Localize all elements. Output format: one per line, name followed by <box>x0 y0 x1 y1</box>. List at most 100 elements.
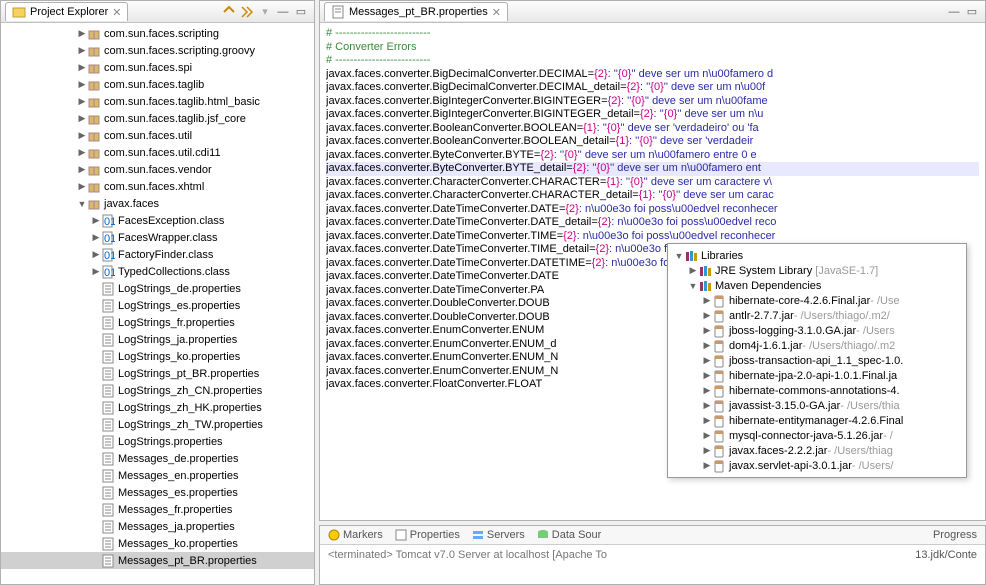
jre-node[interactable]: ▶JRE System Library [JavaSE-1.7] <box>674 263 960 278</box>
minimize-icon[interactable]: — <box>946 4 962 20</box>
jar-item[interactable]: ▶jboss-logging-3.1.0.GA.jar - /Users <box>674 323 960 338</box>
class-item[interactable]: ▶01FactoryFinder.class <box>1 246 314 263</box>
jre-suffix: [JavaSE-1.7] <box>815 265 878 277</box>
properties-file-item[interactable]: LogStrings_zh_HK.properties <box>1 399 314 416</box>
properties-file-item[interactable]: Messages_ko.properties <box>1 535 314 552</box>
properties-file-item-icon <box>101 384 115 398</box>
close-icon[interactable]: ✕ <box>112 6 121 19</box>
tab-label: Project Explorer <box>30 6 108 18</box>
package-item[interactable]: ▶ com.sun.faces.scripting <box>1 25 314 42</box>
jar-item[interactable]: ▶hibernate-core-4.2.6.Final.jar - /Use <box>674 293 960 308</box>
expand-arrow-icon[interactable]: ▶ <box>91 232 101 243</box>
package-item[interactable]: ▶com.sun.faces.taglib.jsf_core <box>1 110 314 127</box>
expand-arrow-icon[interactable]: ▶ <box>91 215 101 226</box>
expand-arrow-icon[interactable]: ▶ <box>77 113 87 124</box>
expand-arrow-icon[interactable]: ▶ <box>77 130 87 141</box>
expand-arrow-icon[interactable]: ▶ <box>77 28 87 39</box>
expand-arrow-icon[interactable]: ▶ <box>91 266 101 277</box>
jar-item[interactable]: ▶hibernate-entitymanager-4.2.6.Final <box>674 413 960 428</box>
tree-label: FacesWrapper.class <box>118 232 217 244</box>
expand-arrow-icon[interactable]: ▶ <box>77 147 87 158</box>
tab-messages-ptbr[interactable]: Messages_pt_BR.properties ✕ <box>324 2 508 21</box>
tab-markers[interactable]: Markers <box>328 529 383 541</box>
minimize-icon[interactable]: — <box>275 4 291 20</box>
package-item[interactable]: ▶com.sun.faces.taglib <box>1 76 314 93</box>
jar-item[interactable]: ▶mysql-connector-java-5.1.26.jar - / <box>674 428 960 443</box>
package-item[interactable]: ▶com.sun.faces.taglib.html_basic <box>1 93 314 110</box>
property-line: javax.faces.converter.BooleanConverter.B… <box>326 135 979 149</box>
maximize-icon[interactable]: ▭ <box>293 4 309 20</box>
properties-file-item[interactable]: Messages_fr.properties <box>1 501 314 518</box>
package-item[interactable]: ▶com.sun.faces.xhtml <box>1 178 314 195</box>
package-item[interactable]: ▶com.sun.faces.util <box>1 127 314 144</box>
bottom-tabs: Markers Properties Servers Data Sour Pro… <box>320 526 985 545</box>
package-item[interactable]: ▶com.sun.faces.util.cdi11 <box>1 144 314 161</box>
properties-file-item[interactable]: Messages_ja.properties <box>1 518 314 535</box>
package-item[interactable]: ▶com.sun.faces.vendor <box>1 161 314 178</box>
expand-arrow-icon[interactable]: ▶ <box>77 62 87 73</box>
expand-arrow-icon[interactable]: ▶ <box>77 79 87 90</box>
properties-file-item[interactable]: LogStrings_ko.properties <box>1 348 314 365</box>
jar-icon <box>712 414 726 428</box>
view-menu-icon[interactable]: ▾ <box>257 4 273 20</box>
tree-label: com.sun.faces.spi <box>104 62 192 74</box>
expand-arrow-icon[interactable]: ▶ <box>91 249 101 260</box>
jar-path: - / <box>883 430 893 442</box>
close-icon[interactable]: ✕ <box>492 6 501 19</box>
package-item-icon <box>87 61 101 75</box>
tab-progress[interactable]: Progress <box>933 529 977 541</box>
property-line: javax.faces.converter.ByteConverter.BYTE… <box>326 149 979 163</box>
jar-item[interactable]: ▶hibernate-jpa-2.0-api-1.0.1.Final.ja <box>674 368 960 383</box>
package-item[interactable]: ▶com.sun.faces.scripting.groovy <box>1 42 314 59</box>
properties-file-item[interactable]: Messages_es.properties <box>1 484 314 501</box>
svg-text:01: 01 <box>104 250 115 262</box>
expand-arrow-icon[interactable]: ▶ <box>77 96 87 107</box>
maven-label: Maven Dependencies <box>715 280 821 292</box>
jar-item[interactable]: ▶javassist-3.15.0-GA.jar - /Users/thia <box>674 398 960 413</box>
properties-file-item[interactable]: LogStrings_ja.properties <box>1 331 314 348</box>
package-item[interactable]: ▶ com.sun.faces.spi <box>1 59 314 76</box>
package-item-open[interactable]: ▼javax.faces <box>1 195 314 212</box>
properties-file-item[interactable]: Messages_de.properties <box>1 450 314 467</box>
link-editor-icon[interactable] <box>239 4 255 20</box>
libraries-node[interactable]: ▼Libraries <box>674 248 960 263</box>
maven-node[interactable]: ▼Maven Dependencies <box>674 278 960 293</box>
expand-arrow-icon[interactable]: ▶ <box>77 164 87 175</box>
expand-arrow-icon[interactable]: ▶ <box>77 45 87 56</box>
tab-project-explorer[interactable]: Project Explorer ✕ <box>5 2 128 21</box>
properties-file-item[interactable]: LogStrings_pt_BR.properties <box>1 365 314 382</box>
properties-file-item[interactable]: LogStrings.properties <box>1 433 314 450</box>
jar-item[interactable]: ▶jboss-transaction-api_1.1_spec-1.0. <box>674 353 960 368</box>
properties-file-item[interactable]: Messages_en.properties <box>1 467 314 484</box>
maximize-icon[interactable]: ▭ <box>964 4 980 20</box>
collapse-all-icon[interactable] <box>221 4 237 20</box>
properties-file-item[interactable]: Messages_pt_BR.properties <box>1 552 314 569</box>
property-line: javax.faces.converter.BigIntegerConverte… <box>326 95 979 109</box>
properties-file-item[interactable]: LogStrings_zh_CN.properties <box>1 382 314 399</box>
package-item-icon <box>87 129 101 143</box>
expand-arrow-icon[interactable]: ▼ <box>77 199 87 209</box>
expand-arrow-icon[interactable]: ▶ <box>77 181 87 192</box>
jar-item[interactable]: ▶javax.faces-2.2.2.jar - /Users/thiag <box>674 443 960 458</box>
jar-item[interactable]: ▶hibernate-commons-annotations-4. <box>674 383 960 398</box>
jar-name: mysql-connector-java-5.1.26.jar <box>729 430 883 442</box>
properties-file-item[interactable]: LogStrings_de.properties <box>1 280 314 297</box>
property-line: javax.faces.converter.BigDecimalConverte… <box>326 68 979 82</box>
properties-file-item[interactable]: LogStrings_zh_TW.properties <box>1 416 314 433</box>
class-item[interactable]: ▶01FacesWrapper.class <box>1 229 314 246</box>
jar-name: javax.servlet-api-3.0.1.jar <box>729 460 852 472</box>
tab-properties[interactable]: Properties <box>395 529 460 541</box>
properties-file-item[interactable]: LogStrings_fr.properties <box>1 314 314 331</box>
class-item[interactable]: ▶01TypedCollections.class <box>1 263 314 280</box>
tab-servers[interactable]: Servers <box>472 529 525 541</box>
property-line: javax.faces.converter.DateTimeConverter.… <box>326 230 979 244</box>
class-item[interactable]: ▶01FacesException.class <box>1 212 314 229</box>
properties-file-item[interactable]: LogStrings_es.properties <box>1 297 314 314</box>
jar-item[interactable]: ▶javax.servlet-api-3.0.1.jar - /Users/ <box>674 458 960 473</box>
properties-file-item-icon <box>101 452 115 466</box>
jar-item[interactable]: ▶dom4j-1.6.1.jar - /Users/thiago/.m2 <box>674 338 960 353</box>
project-tree[interactable]: ▶com.sun.faces.scripting▶com.sun.faces.s… <box>1 23 314 584</box>
tree-label: com.sun.faces.scripting <box>104 28 219 40</box>
tab-data-sources[interactable]: Data Sour <box>537 529 602 541</box>
jar-item[interactable]: ▶antlr-2.7.7.jar - /Users/thiago/.m2/ <box>674 308 960 323</box>
